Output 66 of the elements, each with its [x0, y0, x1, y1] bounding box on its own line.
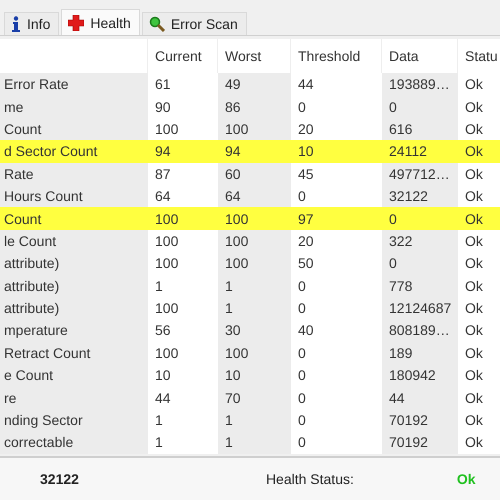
table-cell: Ok: [458, 207, 500, 230]
attribute-name: me: [0, 95, 148, 118]
table-cell: 70: [218, 386, 291, 409]
attribute-name: Retract Count: [0, 342, 148, 364]
table-cell: 1: [218, 408, 291, 432]
table-cell: 100: [218, 342, 291, 364]
attribute-name: mperature: [0, 319, 148, 342]
table-cell: 32122: [382, 184, 458, 208]
table-cell: 193889…: [382, 73, 458, 96]
health-status-label: Health Status:: [266, 470, 354, 487]
table-cell: 778: [382, 274, 458, 297]
magnifier-icon: [148, 16, 165, 32]
table-cell: 189: [382, 342, 458, 364]
attribute-name: re: [0, 386, 148, 409]
attribute-name: e Count: [0, 364, 148, 386]
table-cell: 30: [218, 319, 291, 342]
power-on-hours: 32122: [40, 470, 79, 487]
table-cell: 70192: [382, 431, 458, 454]
table-cell: 1: [218, 274, 291, 297]
table-cell: 97: [291, 207, 382, 230]
table-cell: 322: [382, 230, 458, 252]
table-cell: 100: [218, 207, 291, 230]
table-cell: 100: [218, 230, 291, 252]
attribute-name: attribute): [0, 252, 148, 275]
table-cell: Ok: [458, 140, 500, 163]
tab[interactable]: Error Scan: [142, 12, 247, 35]
table-cell: 24112: [382, 140, 458, 163]
attribute-name: Error Rate: [0, 73, 148, 96]
table-cell: 94: [148, 140, 218, 163]
table-cell: 94: [218, 140, 291, 163]
table-cell: 616: [382, 118, 458, 140]
attribute-name: nding Sector: [0, 408, 148, 432]
table-cell: 180942: [382, 364, 458, 386]
attribute-name: attribute): [0, 296, 148, 320]
attribute-name: attribute): [0, 274, 148, 297]
attribute-name: Rate: [0, 162, 148, 185]
attribute-name: Count: [0, 207, 148, 230]
table-cell: 86: [218, 95, 291, 118]
table-cell: 0: [382, 252, 458, 275]
tab[interactable]: Info: [4, 12, 60, 35]
table-cell: 44: [382, 386, 458, 409]
attribute-name: Count: [0, 118, 148, 140]
table-cell: 100: [218, 118, 291, 140]
table-cell: 808189…: [382, 319, 458, 342]
attribute-name: d Sector Count: [0, 140, 148, 163]
table-cell: 1: [218, 431, 291, 454]
table-cell: 70192: [382, 408, 458, 432]
table-cell: 0: [382, 95, 458, 118]
cross-icon: [68, 14, 84, 30]
table-cell: 12124687: [382, 296, 458, 320]
health-status-value: Ok: [456, 470, 476, 487]
table-cell: 100: [148, 207, 218, 230]
table-cell: 10: [218, 364, 291, 386]
table-cell: 1: [218, 296, 291, 320]
attribute-name: le Count: [0, 230, 148, 252]
table-cell: 64: [218, 184, 291, 208]
table-cell: 100: [218, 252, 291, 275]
table-cell: 49: [218, 73, 291, 96]
info-icon: [11, 16, 21, 32]
attribute-name: Hours Count: [0, 184, 148, 208]
table-cell: 497712…: [382, 162, 458, 185]
attribute-name: correctable: [0, 431, 148, 454]
tab[interactable]: Health: [61, 9, 140, 35]
table-cell: 10: [291, 140, 382, 163]
table-cell: 0: [382, 207, 458, 230]
table-cell: 60: [218, 162, 291, 185]
